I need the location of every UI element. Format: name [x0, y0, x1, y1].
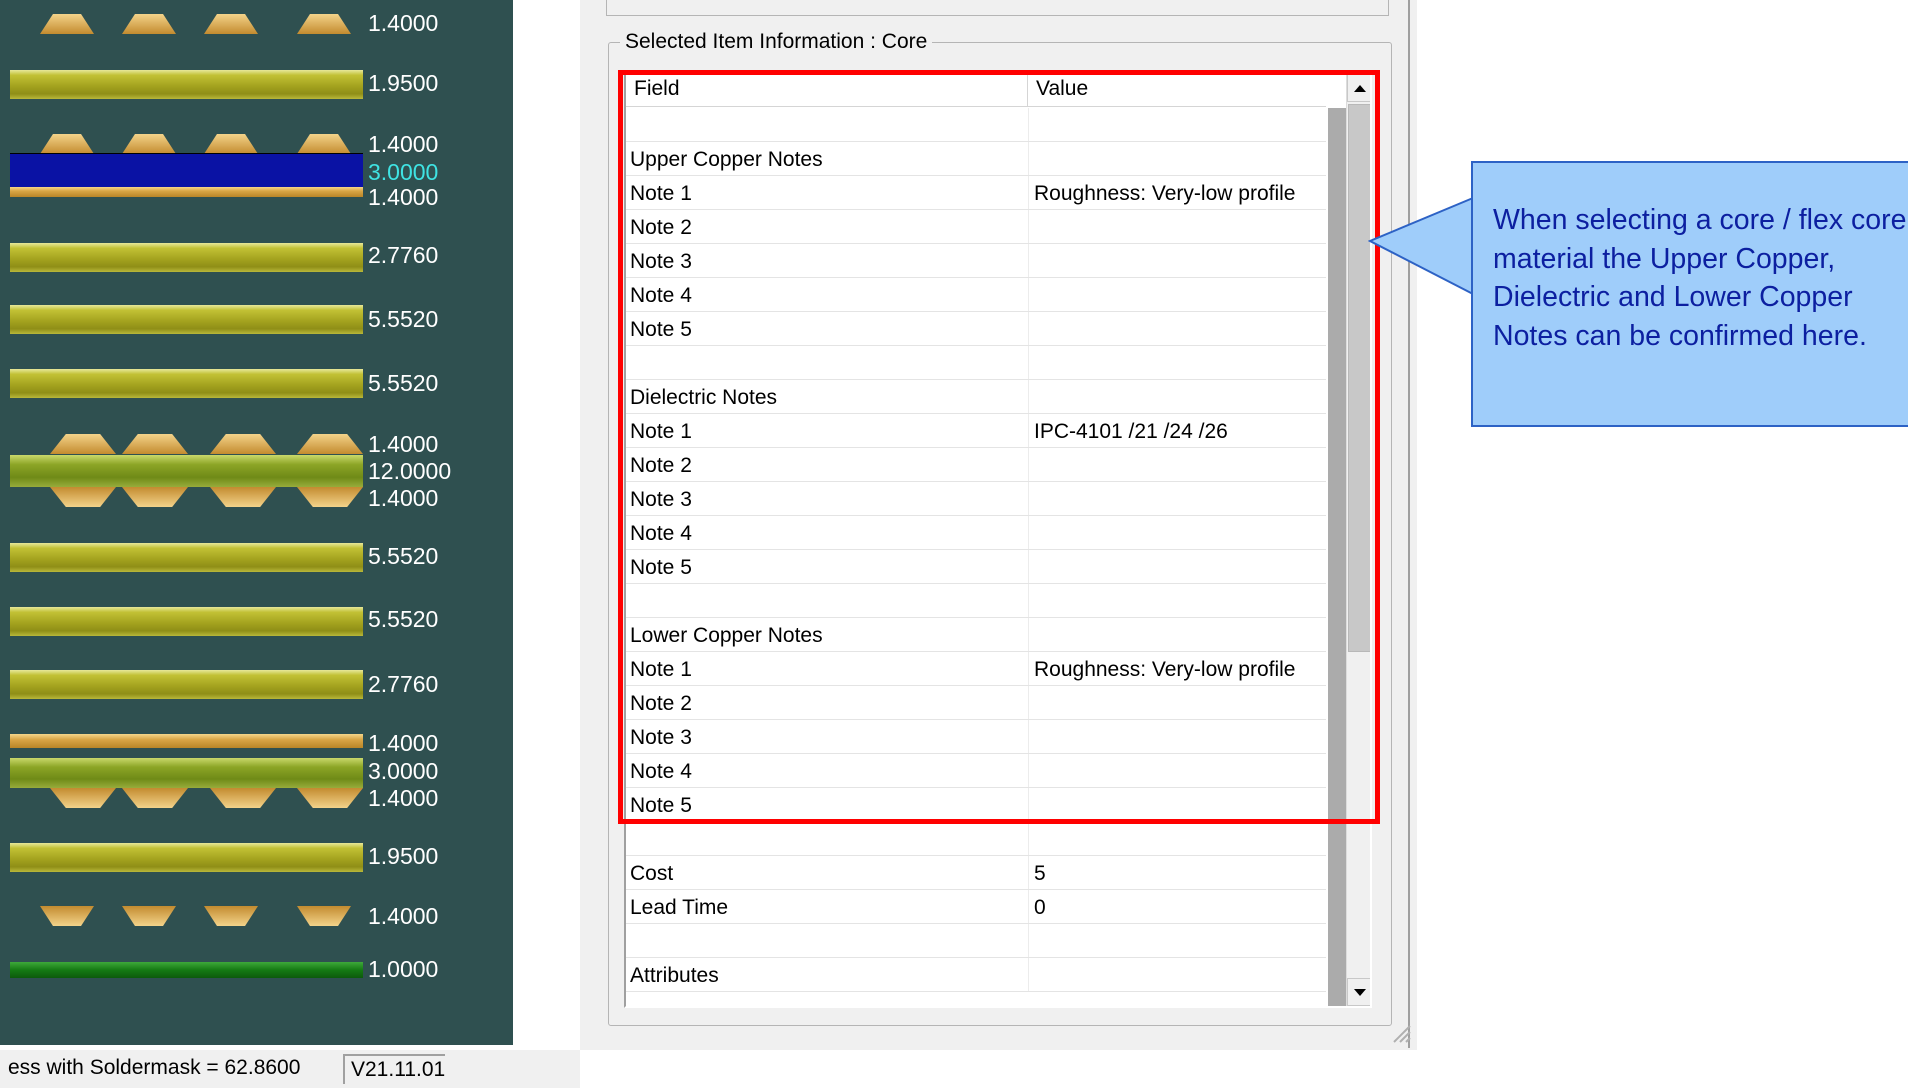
- signal-pad[interactable]: [50, 434, 116, 454]
- callout-text: When selecting a core / flex core materi…: [1493, 204, 1907, 352]
- version-status: V21.11.01: [343, 1054, 446, 1084]
- column-separator: [1028, 822, 1029, 855]
- value-cell[interactable]: 5: [1034, 856, 1324, 889]
- signal-pad[interactable]: [210, 434, 276, 454]
- core-layer[interactable]: [10, 758, 363, 788]
- panel-border: [1408, 0, 1410, 1048]
- signal-pad[interactable]: [50, 788, 116, 808]
- grid-row[interactable]: Lead Time 0: [626, 890, 1326, 924]
- signal-pad[interactable]: [204, 134, 258, 154]
- bottom-pad[interactable]: [297, 906, 351, 926]
- callout-box: When selecting a core / flex core materi…: [1471, 161, 1908, 427]
- signal-pad[interactable]: [297, 487, 363, 507]
- copper-plane-layer[interactable]: [10, 734, 363, 748]
- field-cell[interactable]: [630, 924, 1026, 957]
- highlight-box: [618, 70, 1380, 824]
- resize-grip-icon[interactable]: [1390, 1020, 1412, 1044]
- top-pad[interactable]: [297, 14, 351, 34]
- layer-thickness: 3.0000: [368, 758, 439, 784]
- top-pad[interactable]: [122, 14, 176, 34]
- column-separator: [1028, 958, 1029, 991]
- signal-pad[interactable]: [297, 134, 351, 154]
- prepreg-layer[interactable]: [10, 243, 363, 272]
- total-thickness-status: ess with Soldermask = 62.8600: [8, 1056, 301, 1079]
- layer-thickness: 1.4000: [368, 903, 439, 929]
- layer-thickness: 1.4000: [368, 431, 439, 457]
- soldermask-layer[interactable]: [10, 962, 363, 978]
- prepreg-layer[interactable]: [10, 369, 363, 398]
- signal-pad[interactable]: [122, 134, 176, 154]
- bottom-pad[interactable]: [204, 906, 258, 926]
- status-bar: ess with Soldermask = 62.8600 V21.11.01: [0, 1050, 580, 1088]
- stackup-view[interactable]: 1.4000 1.9500 1.4000 3.0000 1.4000 2.776…: [0, 0, 513, 1045]
- layer-thickness: 1.4000: [368, 184, 439, 210]
- selected-layer-thickness: 3.0000: [368, 159, 439, 185]
- layer-thickness: 1.0000: [368, 956, 439, 982]
- grid-row[interactable]: Cost 5: [626, 856, 1326, 890]
- value-cell[interactable]: [1034, 822, 1324, 855]
- column-separator: [1028, 924, 1029, 957]
- layer-thickness: 1.4000: [368, 485, 439, 511]
- groupbox-title: Selected Item Information : Core: [620, 28, 933, 56]
- layer-thickness: 1.4000: [368, 10, 439, 36]
- layer-thickness: 1.9500: [368, 843, 439, 869]
- layer-thickness: 5.5520: [368, 543, 439, 569]
- field-cell[interactable]: Attributes: [630, 958, 1026, 991]
- scroll-down-button[interactable]: [1347, 978, 1370, 1006]
- prepreg-layer[interactable]: [10, 843, 363, 872]
- prepreg-layer[interactable]: [10, 607, 363, 636]
- grid-row[interactable]: [626, 924, 1326, 958]
- prepreg-layer[interactable]: [10, 305, 363, 334]
- signal-pad[interactable]: [50, 487, 116, 507]
- value-cell[interactable]: [1034, 958, 1324, 991]
- signal-pad[interactable]: [40, 134, 94, 154]
- scroll-down-arrow-icon: [1354, 989, 1366, 996]
- layer-thickness: 5.5520: [368, 370, 439, 396]
- top-group-border: [606, 0, 607, 16]
- layer-thickness: 1.4000: [368, 131, 439, 157]
- signal-pad[interactable]: [210, 788, 276, 808]
- layer-thickness: 5.5520: [368, 306, 439, 332]
- signal-pad[interactable]: [297, 434, 363, 454]
- grid-row[interactable]: [626, 822, 1326, 856]
- top-pad[interactable]: [204, 14, 258, 34]
- value-cell[interactable]: [1034, 924, 1324, 957]
- layer-thickness: 2.7760: [368, 242, 439, 268]
- value-cell[interactable]: 0: [1034, 890, 1324, 923]
- top-pad[interactable]: [40, 14, 94, 34]
- callout-pointer: [1368, 196, 1476, 296]
- column-separator: [1028, 890, 1029, 923]
- top-group-border: [1388, 0, 1389, 16]
- bottom-pad[interactable]: [122, 906, 176, 926]
- layer-thickness: 12.0000: [368, 458, 452, 484]
- signal-pad[interactable]: [122, 434, 188, 454]
- layer-thickness: 5.5520: [368, 606, 439, 632]
- top-group-border: [606, 15, 1389, 16]
- signal-pad[interactable]: [122, 487, 188, 507]
- layer-thickness: 2.7760: [368, 671, 439, 697]
- core-layer[interactable]: [10, 455, 363, 487]
- selected-core-layer[interactable]: [10, 153, 363, 189]
- layer-thickness: 1.4000: [368, 785, 439, 811]
- bottom-pad[interactable]: [40, 906, 94, 926]
- signal-pad[interactable]: [210, 487, 276, 507]
- field-cell[interactable]: [630, 822, 1026, 855]
- grid-row[interactable]: Attributes: [626, 958, 1326, 992]
- field-cell[interactable]: Cost: [630, 856, 1026, 889]
- layer-thickness: 1.4000: [368, 730, 439, 756]
- copper-plane-layer[interactable]: [10, 187, 363, 197]
- field-cell[interactable]: Lead Time: [630, 890, 1026, 923]
- prepreg-layer[interactable]: [10, 70, 363, 99]
- prepreg-layer[interactable]: [10, 543, 363, 572]
- signal-pad[interactable]: [297, 788, 363, 808]
- signal-pad[interactable]: [122, 788, 188, 808]
- layer-thickness: 1.9500: [368, 70, 439, 96]
- column-separator: [1028, 856, 1029, 889]
- prepreg-layer[interactable]: [10, 670, 363, 699]
